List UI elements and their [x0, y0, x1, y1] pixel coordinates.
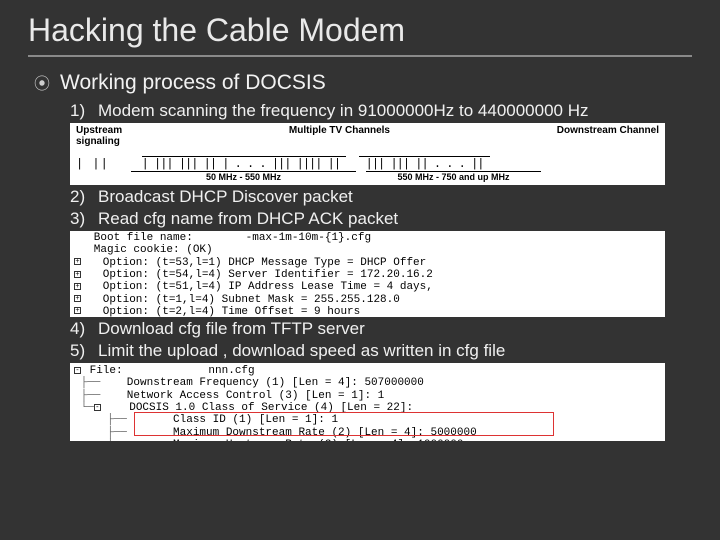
collapse-icon: -	[94, 404, 101, 411]
expand-icon: +	[74, 295, 81, 302]
dhcp-line: Option: (t=53,l=1) DHCP Message Type = D…	[83, 257, 426, 269]
cfg-line: Network Access Control (3) [Len = 1]: 1	[100, 390, 384, 402]
slide: Hacking the Cable Modem ⦿ Working proces…	[0, 0, 720, 540]
step-list-2: 2) Broadcast DHCP Discover packet 3) Rea…	[28, 187, 692, 229]
cfg-line: Downstream Frequency (1) [Len = 4]: 5070…	[100, 377, 423, 389]
step-2: 2) Broadcast DHCP Discover packet	[70, 187, 692, 207]
expand-icon: +	[74, 307, 81, 314]
bullet-icon: ⦿	[34, 73, 50, 97]
dhcp-line: Magic cookie: (OK)	[74, 244, 661, 256]
step-text: Read cfg name from DHCP ACK packet	[98, 209, 398, 229]
step-number: 2)	[70, 187, 92, 207]
cfg-line: DOCSIS 1.0 Class of Service (4) [Len = 2…	[103, 402, 413, 414]
upstream-label: Upstream	[76, 125, 122, 136]
step-number: 5)	[70, 341, 92, 361]
step-text: Limit the upload , download speed as wri…	[98, 341, 505, 361]
step-number: 3)	[70, 209, 92, 229]
multiple-label: Multiple TV Channels	[289, 125, 390, 136]
downstream-label: Downstream Channel	[557, 125, 659, 136]
step-5: 5) Limit the upload , download speed as …	[70, 341, 692, 361]
figure-dhcp-packet: Boot file name: -max-1m-10m-{1}.cfg Magi…	[70, 231, 665, 317]
expand-icon: +	[74, 258, 81, 265]
step-list: 1) Modem scanning the frequency in 91000…	[28, 101, 692, 121]
range-2: 550 MHz - 750 and up MHz	[366, 171, 541, 182]
step-1: 1) Modem scanning the frequency in 91000…	[70, 101, 692, 121]
step-3: 3) Read cfg name from DHCP ACK packet	[70, 209, 692, 229]
collapse-icon: -	[74, 367, 81, 374]
step-list-3: 4) Download cfg file from TFTP server 5)…	[28, 319, 692, 361]
dhcp-line: Option: (t=51,l=4) IP Address Lease Time…	[83, 281, 433, 293]
range-1: 50 MHz - 550 MHz	[131, 171, 356, 182]
step-number: 4)	[70, 319, 92, 339]
signaling-label: signaling	[76, 136, 659, 147]
step-4: 4) Download cfg file from TFTP server	[70, 319, 692, 339]
step-text: Broadcast DHCP Discover packet	[98, 187, 353, 207]
figure-spectrum: Upstream Multiple TV Channels Downstream…	[70, 123, 665, 185]
low-band: 5-40	[76, 184, 94, 185]
cfg-line: Maximum Downstream Rate (2) [Len = 4]: 5…	[127, 427, 477, 439]
page-title: Hacking the Cable Modem	[28, 12, 692, 57]
expand-icon: +	[74, 271, 81, 278]
cfg-line: Maximum Upstream Rate (3) [Len = 4]: 100…	[127, 439, 464, 441]
step-text: Download cfg file from TFTP server	[98, 319, 365, 339]
spectrum-bars: | || | ||| ||| || | . . . ||| |||| || ||…	[76, 149, 659, 171]
cfg-line: File: nnn.cfg	[83, 365, 255, 377]
subtitle: Working process of DOCSIS	[60, 71, 326, 95]
cfg-line: Class ID (1) [Len = 1]: 1	[127, 414, 338, 426]
step-number: 1)	[70, 101, 92, 121]
subtitle-row: ⦿ Working process of DOCSIS	[28, 71, 692, 97]
figure-cfg-file: - File: nnn.cfg ├── Downstream Frequency…	[70, 363, 665, 441]
dhcp-line: Option: (t=54,l=4) Server Identifier = 1…	[83, 269, 433, 281]
dhcp-line: Option: (t=1,l=4) Subnet Mask = 255.255.…	[83, 294, 400, 306]
dhcp-line: Boot file name: -max-1m-10m-{1}.cfg	[74, 232, 661, 244]
step-text: Modem scanning the frequency in 91000000…	[98, 101, 589, 121]
dhcp-line: Option: (t=2,l=4) Time Offset = 9 hours	[83, 306, 360, 317]
expand-icon: +	[74, 283, 81, 290]
